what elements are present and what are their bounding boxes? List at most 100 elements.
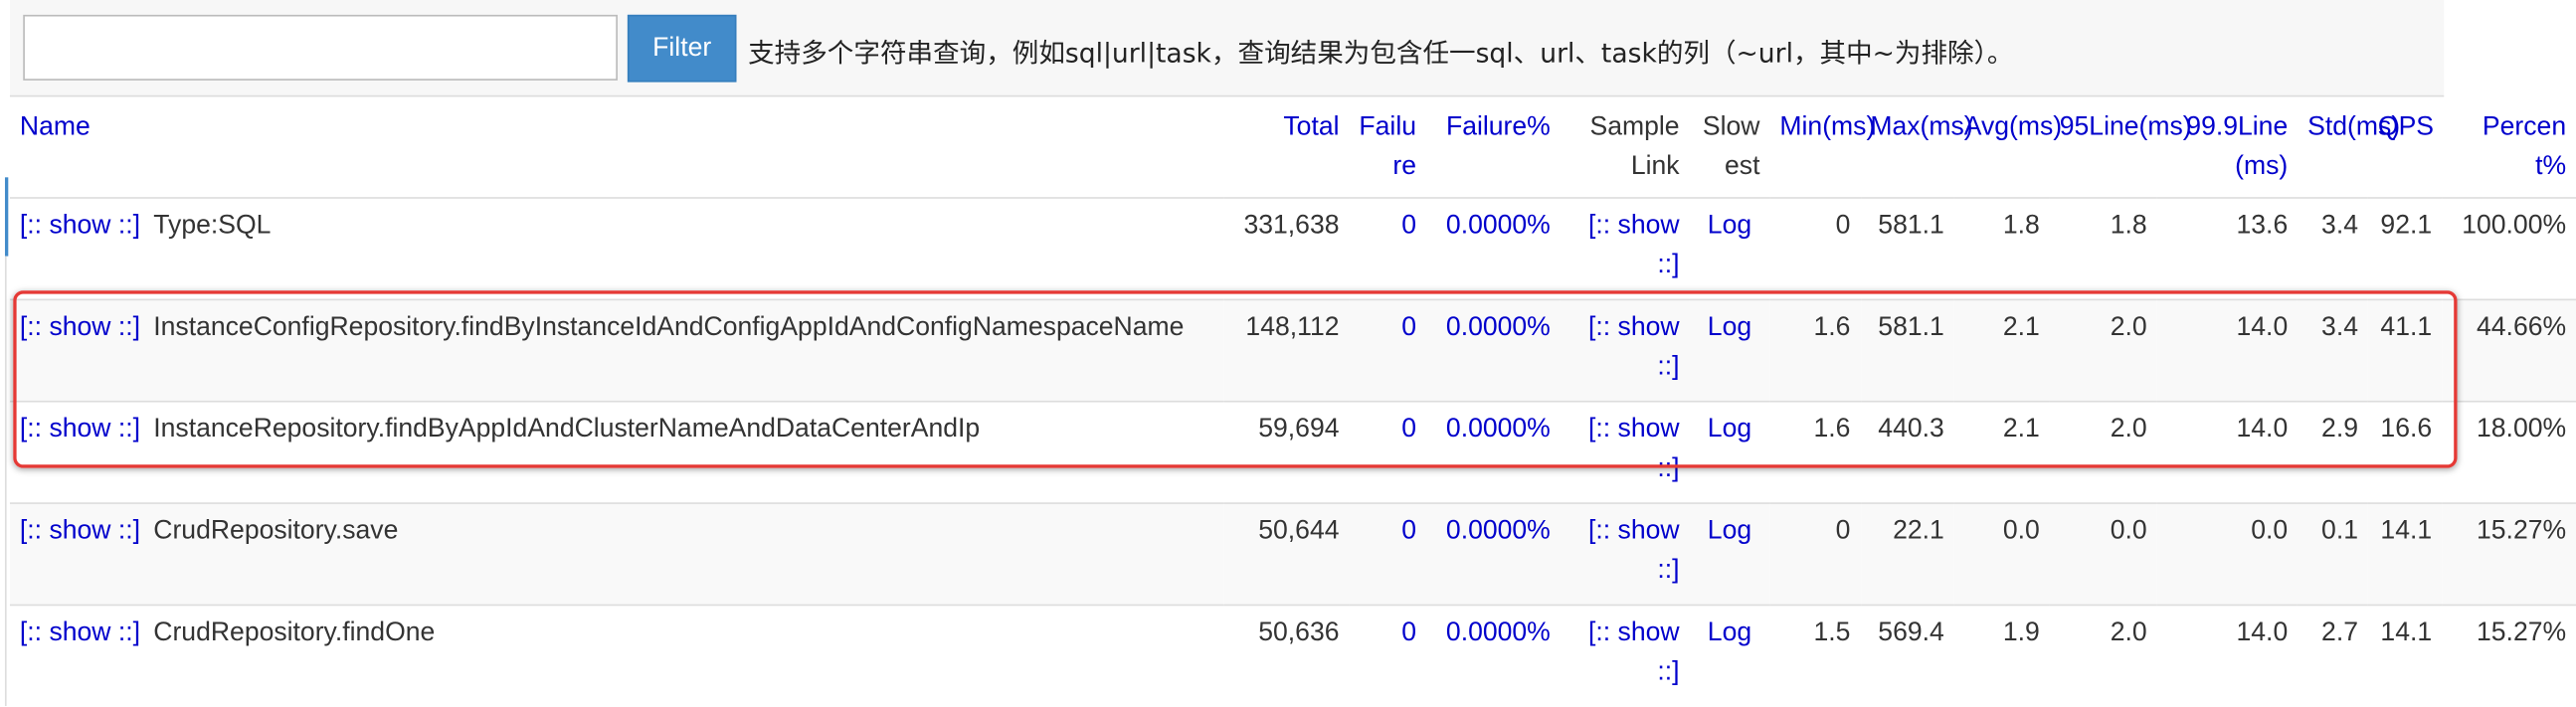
row-std: 3.4 [2298,298,2368,402]
row-name: CrudRepository.save [153,517,399,546]
left-divider [4,256,7,707]
row-percent: 18.00% [2442,400,2576,504]
table-row: [:: show ::] InstanceRepository.findByApp… [9,400,2576,504]
sample-show-link[interactable]: [:: show ::] [1588,416,1680,483]
row-95line: 1.8 [2049,197,2157,300]
row-999line: 14.0 [2156,604,2299,707]
row-failure-pct: 0.0000% [1425,197,1561,300]
row-avg: 1.8 [1953,197,2050,300]
row-failure-pct: 0.0000% [1425,604,1561,707]
column-header-min[interactable]: Min(ms) [1779,113,1875,141]
stats-table: Name Total Failure Failure% Sample Link … [9,95,2576,707]
table-row: [:: show ::] CrudRepository.findOne 50,63… [9,604,2576,707]
show-link[interactable]: [:: show ::] [20,212,140,240]
row-failure-pct: 0.0000% [1425,400,1561,504]
row-std: 2.7 [2298,604,2368,707]
row-total: 331,638 [1223,197,1350,300]
sample-show-link[interactable]: [:: show ::] [1588,619,1680,687]
row-qps: 14.1 [2367,502,2443,606]
column-header-max[interactable]: Max(ms) [1870,113,1972,141]
row-avg: 1.9 [1953,604,2050,707]
row-avg: 2.1 [1953,400,2050,504]
failure-link[interactable]: 0 [1401,416,1416,443]
row-qps: 16.6 [2367,400,2443,504]
filter-input[interactable] [23,14,618,81]
filter-hint: 支持多个字符串查询，例如sql|url|task，查询结果为包含任一sql、ur… [748,37,2014,70]
column-header-qps[interactable]: QPS [2378,113,2434,141]
filter-button[interactable]: Filter [627,14,737,83]
column-header-name[interactable]: Name [20,113,91,141]
failure-link[interactable]: 0 [1401,619,1416,647]
log-link[interactable]: Log [1708,619,1751,647]
failure-link[interactable]: 0 [1401,212,1416,240]
filter-bar: Filter 支持多个字符串查询，例如sql|url|task，查询结果为包含任… [9,0,2445,97]
row-max: 440.3 [1860,400,1954,504]
row-max: 581.1 [1860,298,1954,402]
row-95line: 0.0 [2049,502,2157,606]
row-total: 50,644 [1223,502,1350,606]
row-max: 581.1 [1860,197,1954,300]
transaction-report: Filter 支持多个字符串查询，例如sql|url|task，查询结果为包含任… [0,0,2576,707]
column-header-999line[interactable]: 99.9Line(ms) [2186,113,2288,181]
row-max: 22.1 [1860,502,1954,606]
row-percent: 15.27% [2442,604,2576,707]
row-min: 1.6 [1769,400,1861,504]
column-header-percent[interactable]: Percent% [2483,113,2566,181]
row-name: InstanceConfigRepository.findByInstanceI… [153,313,1185,342]
row-percent: 100.00% [2442,197,2576,300]
row-failure-pct: 0.0000% [1425,298,1561,402]
row-avg: 0.0 [1953,502,2050,606]
column-header-sample-link: Sample Link [1589,112,1680,181]
sample-show-link[interactable]: [:: show ::] [1588,313,1680,381]
row-999line: 13.6 [2156,197,2299,300]
row-percent: 44.66% [2442,298,2576,402]
column-header-failure-pct[interactable]: Failure% [1446,113,1551,141]
row-total: 50,636 [1223,604,1350,707]
row-min: 1.6 [1769,298,1861,402]
table-row: [:: show ::] InstanceConfigRepository.fin… [9,298,2576,402]
row-min: 1.5 [1769,604,1861,707]
row-total: 148,112 [1223,298,1350,402]
row-std: 3.4 [2298,197,2368,300]
column-header-slowest: Slowest [1702,112,1760,181]
row-max: 569.4 [1860,604,1954,707]
row-std: 0.1 [2298,502,2368,606]
show-link[interactable]: [:: show ::] [20,517,140,545]
row-avg: 2.1 [1953,298,2050,402]
column-header-total[interactable]: Total [1283,113,1339,141]
show-link[interactable]: [:: show ::] [20,416,140,443]
row-name: InstanceRepository.findByAppIdAndCluster… [153,415,981,443]
table-row: [:: show ::] CrudRepository.save 50,644 0… [9,502,2576,606]
row-std: 2.9 [2298,400,2368,504]
row-999line: 14.0 [2156,298,2299,402]
failure-link[interactable]: 0 [1401,313,1416,341]
log-link[interactable]: Log [1708,416,1751,443]
row-name: Type:SQL [153,212,272,241]
row-min: 0 [1769,197,1861,300]
show-link[interactable]: [:: show ::] [20,313,140,341]
row-name: CrudRepository.findOne [153,619,436,647]
row-failure-pct: 0.0000% [1425,502,1561,606]
failure-link[interactable]: 0 [1401,517,1416,545]
column-header-failure[interactable]: Failure [1359,113,1416,181]
table-row: [:: show ::] Type:SQL 331,638 0 0.0000% [… [9,197,2576,300]
column-header-95line[interactable]: 95Line(ms) [2060,113,2192,141]
row-min: 0 [1769,502,1861,606]
row-total: 59,694 [1223,400,1350,504]
row-indicator [4,177,9,257]
log-link[interactable]: Log [1708,313,1751,341]
row-qps: 14.1 [2367,604,2443,707]
row-percent: 15.27% [2442,502,2576,606]
header-row: Name Total Failure Failure% Sample Link … [10,95,2576,198]
row-qps: 41.1 [2367,298,2443,402]
show-link[interactable]: [:: show ::] [20,619,140,647]
log-link[interactable]: Log [1708,517,1751,545]
column-header-avg[interactable]: Avg(ms) [1964,113,2062,141]
row-999line: 14.0 [2156,400,2299,504]
row-95line: 2.0 [2049,400,2157,504]
sample-show-link[interactable]: [:: show ::] [1588,212,1680,279]
log-link[interactable]: Log [1708,212,1751,240]
sample-show-link[interactable]: [:: show ::] [1588,517,1680,585]
row-95line: 2.0 [2049,604,2157,707]
row-999line: 0.0 [2156,502,2299,606]
